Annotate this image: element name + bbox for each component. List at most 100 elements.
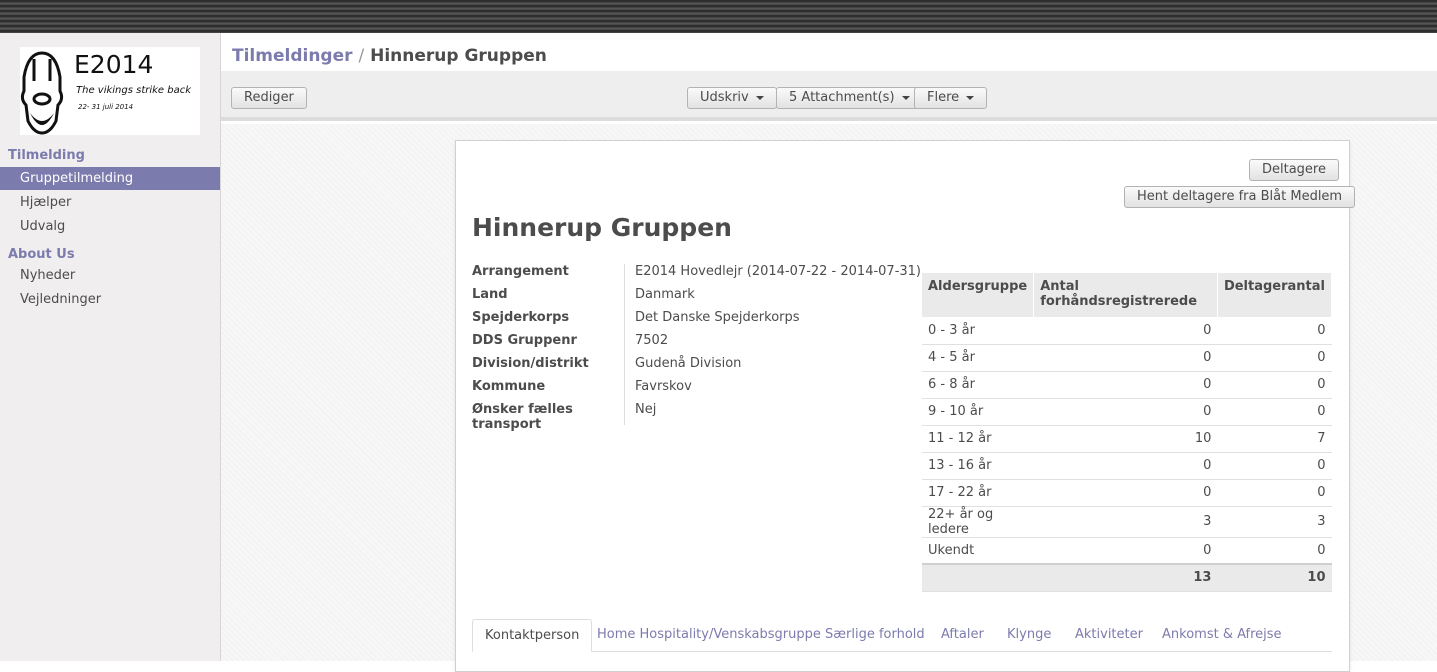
more-dropdown-button[interactable]: Flere bbox=[914, 87, 988, 109]
fetch-participants-button[interactable]: Hent deltagere fra Blåt Medlem bbox=[1124, 186, 1356, 208]
age-group-cell: 13 - 16 år bbox=[922, 452, 1034, 480]
logo-text: E2014 bbox=[74, 50, 153, 79]
column-header[interactable]: Deltagerantal bbox=[1217, 273, 1333, 317]
breadcrumb-parent-link[interactable]: Tilmeldinger bbox=[232, 46, 353, 66]
record-title: Hinnerup Gruppen bbox=[472, 213, 732, 242]
column-header[interactable]: Aldersgruppe bbox=[922, 273, 1035, 317]
sidebar-item-hjaelper[interactable]: Hjælper bbox=[0, 191, 220, 214]
age-group-cell: 4 - 5 år bbox=[922, 344, 1034, 372]
tab-kontaktperson[interactable]: Kontaktperson bbox=[472, 619, 593, 652]
table-row: 11 - 12 år 10 7 bbox=[922, 425, 1332, 453]
field-value: 7502 bbox=[635, 333, 669, 348]
table-row: 22+ år og ledere 3 3 bbox=[922, 506, 1332, 538]
field-label: DDS Gruppenr bbox=[472, 333, 625, 356]
sidebar-section-about-us: About Us bbox=[8, 247, 75, 262]
column-header[interactable]: Antal forhåndsregistrerede bbox=[1033, 273, 1218, 317]
count-cell: 3 bbox=[1033, 506, 1218, 538]
caret-down-icon bbox=[901, 95, 910, 100]
participants-button[interactable]: Deltagere bbox=[1249, 159, 1339, 181]
count-cell: 0 bbox=[1033, 344, 1218, 372]
field-label: Land bbox=[472, 287, 625, 310]
tab-s-rlige-forhold[interactable]: Særlige forhold bbox=[813, 619, 937, 651]
count-cell: 0 bbox=[1033, 317, 1218, 345]
count-cell: 0 bbox=[1217, 537, 1332, 565]
sidebar: E2014 The vikings strike back 22- 31 jul… bbox=[0, 33, 221, 661]
count-cell: 0 bbox=[1217, 344, 1332, 372]
tab-aftaler[interactable]: Aftaler bbox=[929, 619, 996, 651]
field-label: Ønsker fælles transport bbox=[472, 402, 625, 432]
sidebar-item-udvalg[interactable]: Udvalg bbox=[0, 215, 220, 238]
logo-dates: 22- 31 juli 2014 bbox=[78, 103, 133, 111]
attachments-button-label: 5 Attachment(s) bbox=[789, 90, 895, 105]
age-group-cell: Ukendt bbox=[922, 537, 1034, 565]
table-row: 17 - 22 år 0 0 bbox=[922, 479, 1332, 507]
field-row: Land Danmark bbox=[472, 287, 892, 310]
breadcrumb-current: Hinnerup Gruppen bbox=[370, 46, 547, 66]
record-tabs: Kontaktperson Home Hospitality/Venskabsgr… bbox=[472, 619, 1332, 652]
breadcrumb-separator: / bbox=[358, 46, 365, 66]
caret-down-icon bbox=[755, 95, 764, 100]
count-cell: 0 bbox=[1217, 452, 1332, 480]
age-group-cell: 9 - 10 år bbox=[922, 398, 1034, 426]
field-row: Kommune Favrskov bbox=[472, 379, 892, 402]
more-button-label: Flere bbox=[927, 90, 960, 105]
top-navbar bbox=[0, 0, 1437, 33]
table-row: 6 - 8 år 0 0 bbox=[922, 371, 1332, 399]
count-cell: 3 bbox=[1217, 506, 1332, 538]
table-body: 0 - 3 år 0 0 4 - 5 år 0 0 6 - 8 år 0 0 9 - 10 år 0… bbox=[922, 317, 1332, 592]
content-background: Deltagere Hent deltagere fra Blåt Medlem… bbox=[221, 124, 1437, 672]
print-button-label: Udskriv bbox=[700, 90, 749, 105]
print-dropdown-button[interactable]: Udskriv bbox=[687, 87, 777, 109]
sidebar-item-nyheder[interactable]: Nyheder bbox=[0, 264, 220, 287]
field-label: Kommune bbox=[472, 379, 625, 402]
count-cell: 10 bbox=[1033, 425, 1218, 453]
field-value: Det Danske Spejderkorps bbox=[635, 310, 800, 325]
total-cell: 10 bbox=[1217, 563, 1332, 592]
edit-button[interactable]: Rediger bbox=[231, 87, 307, 109]
field-label: Arrangement bbox=[472, 264, 625, 287]
caret-down-icon bbox=[966, 95, 975, 100]
age-group-table: Aldersgruppe Antal forhåndsregistrerede … bbox=[922, 273, 1333, 592]
count-cell: 7 bbox=[1217, 425, 1332, 453]
table-row: 0 - 3 år 0 0 bbox=[922, 317, 1332, 345]
count-cell: 0 bbox=[1033, 452, 1218, 480]
field-value: Gudenå Division bbox=[635, 356, 742, 371]
edit-button-label: Rediger bbox=[244, 90, 294, 105]
field-value: Danmark bbox=[635, 287, 695, 302]
table-row: Ukendt 0 0 bbox=[922, 537, 1332, 565]
field-value: E2014 Hovedlejr (2014-07-22 - 2014-07-31… bbox=[635, 264, 921, 279]
sidebar-item-gruppetilmelding[interactable]: Gruppetilmelding bbox=[0, 167, 220, 190]
age-group-cell: 11 - 12 år bbox=[922, 425, 1034, 453]
count-cell: 0 bbox=[1217, 479, 1332, 507]
count-cell: 0 bbox=[1033, 479, 1218, 507]
field-label: Division/distrikt bbox=[472, 356, 625, 379]
sidebar-item-vejledninger[interactable]: Vejledninger bbox=[0, 288, 220, 311]
count-cell: 0 bbox=[1217, 371, 1332, 399]
totals-row: 13 10 bbox=[922, 563, 1332, 592]
tab-aktiviteter[interactable]: Aktiviteter bbox=[1063, 619, 1155, 651]
age-group-cell: 6 - 8 år bbox=[922, 371, 1034, 399]
table-row: 13 - 16 år 0 0 bbox=[922, 452, 1332, 480]
participants-button-label: Deltagere bbox=[1262, 162, 1326, 177]
total-cell bbox=[922, 563, 1034, 592]
fetch-participants-button-label: Hent deltagere fra Blåt Medlem bbox=[1137, 189, 1343, 204]
field-value: Favrskov bbox=[635, 379, 692, 394]
form-sheet: Deltagere Hent deltagere fra Blåt Medlem… bbox=[455, 140, 1356, 672]
company-logo[interactable]: E2014 The vikings strike back 22- 31 jul… bbox=[20, 47, 200, 135]
count-cell: 0 bbox=[1033, 537, 1218, 565]
tab-home-hospitality-venskabsgruppe[interactable]: Home Hospitality/Venskabsgruppe bbox=[585, 619, 833, 651]
count-cell: 0 bbox=[1033, 371, 1218, 399]
table-header-row: Aldersgruppe Antal forhåndsregistrerede … bbox=[922, 273, 1333, 317]
tab-ankomst-afrejse[interactable]: Ankomst & Afrejse bbox=[1150, 619, 1294, 651]
attachments-dropdown-button[interactable]: 5 Attachment(s) bbox=[776, 87, 923, 109]
field-label: Spejderkorps bbox=[472, 310, 625, 333]
count-cell: 0 bbox=[1217, 398, 1332, 426]
action-toolbar: Rediger Udskriv 5 Attachment(s) Flere bbox=[221, 71, 1437, 121]
total-cell: 13 bbox=[1033, 563, 1218, 592]
main-area: Tilmeldinger / Hinnerup Gruppen Rediger … bbox=[221, 33, 1437, 672]
tab-klynge[interactable]: Klynge bbox=[995, 619, 1063, 651]
field-row: Division/distrikt Gudenå Division bbox=[472, 356, 892, 379]
age-group-cell: 22+ år og ledere bbox=[922, 506, 1034, 538]
field-row: Arrangement E2014 Hovedlejr (2014-07-22 -… bbox=[472, 264, 921, 287]
table-row: 4 - 5 år 0 0 bbox=[922, 344, 1332, 372]
